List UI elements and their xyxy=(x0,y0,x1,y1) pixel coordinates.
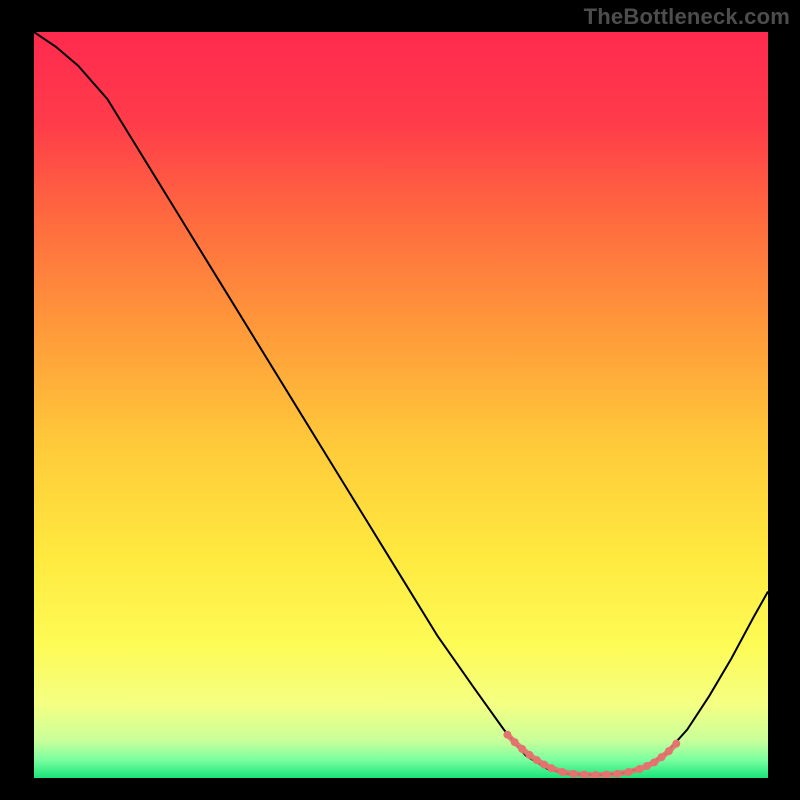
chart-container: TheBottleneck.com xyxy=(0,0,800,800)
plot-area xyxy=(34,32,768,778)
chart-svg xyxy=(34,32,768,778)
gradient-background xyxy=(34,32,768,778)
watermark-text: TheBottleneck.com xyxy=(584,4,790,30)
